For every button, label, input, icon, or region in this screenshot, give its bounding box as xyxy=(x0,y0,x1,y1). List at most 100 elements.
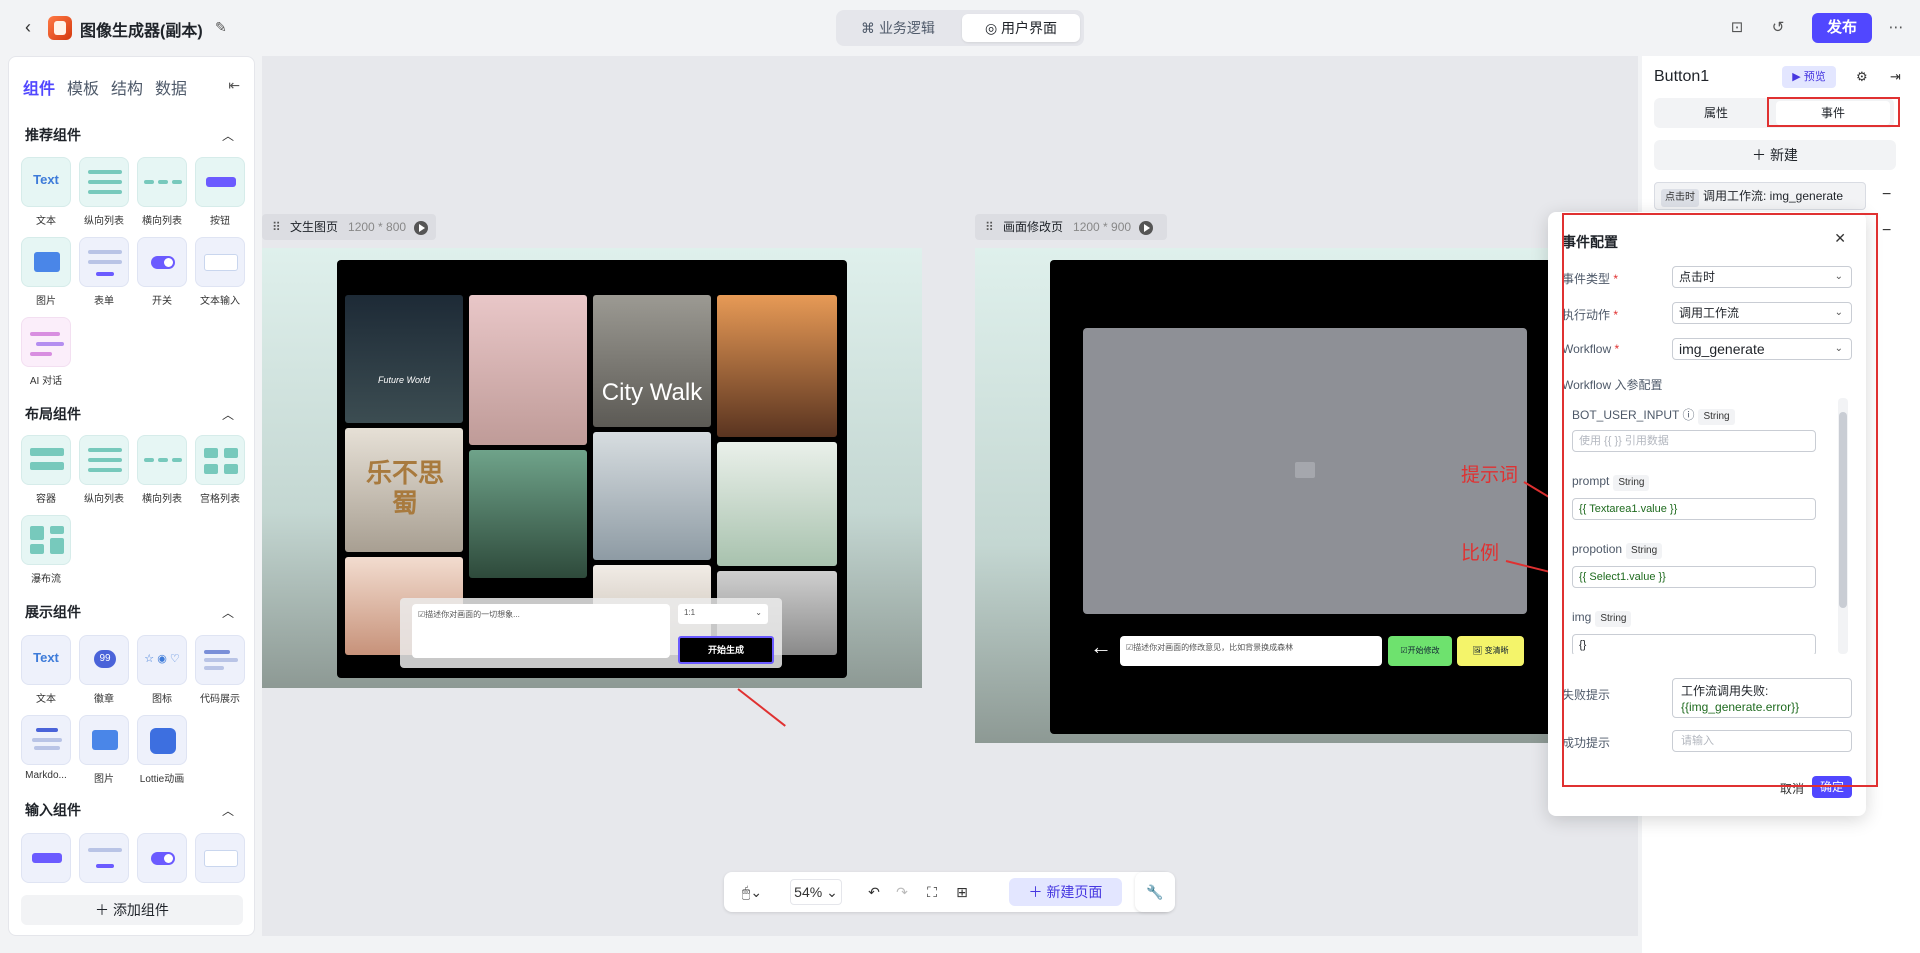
component-container[interactable]: 容器 xyxy=(21,435,71,505)
settings-tool: 🔧 xyxy=(1135,872,1175,912)
play-icon[interactable] xyxy=(414,220,429,235)
app-icon xyxy=(48,16,72,40)
gallery-image xyxy=(717,442,837,566)
tab-templates[interactable]: 模板 xyxy=(67,75,99,99)
component-input-button[interactable] xyxy=(21,833,71,883)
undo-icon[interactable]: ↶ xyxy=(864,882,884,902)
annotation-ratio-label: 比例 xyxy=(1461,543,1500,564)
fit-screen-icon[interactable]: ⛶ xyxy=(922,882,942,902)
component-image[interactable]: 图片 xyxy=(21,237,71,307)
section-title-input: 输入组件 xyxy=(25,802,81,818)
gallery-image xyxy=(469,295,587,445)
tab-business-logic[interactable]: ⌘ 业务逻辑 xyxy=(840,14,956,42)
add-component-button[interactable]: ＋ 添加组件 xyxy=(21,895,243,925)
component-markdown[interactable]: Markdo... xyxy=(21,715,71,781)
component-input-text[interactable] xyxy=(195,833,245,883)
page-label-image-edit[interactable]: ⠿ 画面修改页 1200 * 900 xyxy=(975,214,1167,240)
page-label-text-to-image[interactable]: ⠿ 文生图页 1200 * 800 xyxy=(262,214,436,240)
zoom-select[interactable]: 54% ⌄ xyxy=(790,879,842,905)
mouse-mode-icon[interactable]: 🖱⌄ xyxy=(734,882,770,902)
tab-data[interactable]: 数据 xyxy=(155,75,187,99)
section-title-recommended: 推荐组件 xyxy=(25,127,81,143)
component-ai-chat[interactable]: AI 对话 xyxy=(21,317,71,387)
mode-switch: ⌘ 业务逻辑 ◎ 用户界面 xyxy=(836,10,1084,46)
canvas-toolbar: 🖱⌄ 54% ⌄ ↶ ↷ ⛶ ⊞ ＋ 新建页面 xyxy=(724,872,1172,912)
gallery-image: 乐不思蜀 xyxy=(345,428,463,552)
top-bar: ‹ 图像生成器(副本) ✎ ⌘ 业务逻辑 ◎ 用户界面 ⊡ ↺ 发布 ⋯ xyxy=(0,0,1920,56)
component-text-input[interactable]: 文本输入 xyxy=(195,237,245,307)
preview-button[interactable]: ▶ 预览 xyxy=(1782,66,1836,88)
wrench-icon[interactable]: 🔧 xyxy=(1145,882,1165,902)
component-form[interactable]: 表单 xyxy=(79,237,129,307)
chevron-up-icon[interactable]: ︿ xyxy=(222,127,234,144)
drag-handle-icon[interactable]: ⠿ xyxy=(272,214,281,240)
app-title: 图像生成器(副本) xyxy=(80,23,203,40)
back-arrow-icon[interactable]: ← xyxy=(1090,634,1112,660)
drag-handle-icon[interactable]: ⠿ xyxy=(985,214,994,240)
section-title-layout: 布局组件 xyxy=(25,406,81,422)
component-vertical-list[interactable]: 纵向列表 xyxy=(79,157,129,227)
component-vertical-list-layout[interactable]: 纵向列表 xyxy=(79,435,129,505)
new-event-button[interactable]: ＋ 新建 xyxy=(1654,140,1896,170)
toolbar-group: 🖱⌄ 54% ⌄ ↶ ↷ ⛶ ⊞ ＋ 新建页面 xyxy=(724,872,1172,912)
page-preview-image-edit[interactable]: ← ☑描述你对画面的修改意见，比如背景换成森林 ☑开始修改 🖼 变清晰 xyxy=(975,248,1638,743)
component-text-display[interactable]: Text 文本 xyxy=(21,635,71,705)
gallery-image: Future World xyxy=(345,295,463,423)
enhance-button[interactable]: 🖼 变清晰 xyxy=(1457,636,1524,666)
tab-structure[interactable]: 结构 xyxy=(111,75,143,99)
component-badge[interactable]: 99 徽章 xyxy=(79,635,129,705)
section-title-display: 展示组件 xyxy=(25,604,81,620)
annotation-box xyxy=(1562,213,1878,787)
remove-event-icon[interactable]: − xyxy=(1882,186,1891,204)
history-icon[interactable]: ↺ xyxy=(1768,18,1788,38)
grid-icon[interactable]: ⊞ xyxy=(952,882,972,902)
component-horizontal-list-layout[interactable]: 横向列表 xyxy=(137,435,187,505)
left-tabs: 组件 模板 结构 数据 xyxy=(23,75,199,99)
component-horizontal-list[interactable]: 横向列表 xyxy=(137,157,187,227)
tab-properties[interactable]: 属性 xyxy=(1658,101,1774,125)
back-icon[interactable]: ‹ xyxy=(18,17,38,37)
publish-button[interactable]: 发布 xyxy=(1812,13,1872,43)
component-grid-list[interactable]: 宫格列表 xyxy=(195,435,245,505)
play-icon[interactable] xyxy=(1139,220,1154,235)
remove-event-icon[interactable]: − xyxy=(1882,222,1891,240)
prompt-textarea[interactable]: ☑描述你对画面的一切想象... xyxy=(412,604,670,658)
component-name: Button1 xyxy=(1654,68,1710,85)
component-switch[interactable]: 开关 xyxy=(137,237,187,307)
chevron-down-icon: ⌄ xyxy=(755,608,762,617)
generate-button[interactable]: 开始生成 xyxy=(678,636,774,664)
component-code-display[interactable]: 代码展示 xyxy=(195,635,245,705)
chevron-up-icon[interactable]: ︿ xyxy=(222,604,234,621)
component-lottie[interactable]: Lottie动画 xyxy=(137,715,187,785)
component-icon[interactable]: ☆ ◉ ♡ 图标 xyxy=(137,635,187,705)
component-input-switch[interactable] xyxy=(137,833,187,883)
chevron-up-icon[interactable]: ︿ xyxy=(222,802,234,819)
gallery-image: City Walk xyxy=(593,295,711,427)
start-modify-button[interactable]: ☑开始修改 xyxy=(1388,636,1452,666)
annotation-box xyxy=(1767,97,1900,127)
new-page-button[interactable]: ＋ 新建页面 xyxy=(1009,878,1122,906)
ratio-select[interactable]: 1:1 ⌄ xyxy=(678,604,768,624)
event-item[interactable]: 点击时 调用工作流: img_generate xyxy=(1654,182,1866,210)
edit-input[interactable]: ☑描述你对画面的修改意见，比如背景换成森林 xyxy=(1120,636,1382,666)
component-input-form[interactable] xyxy=(79,833,129,883)
chevron-up-icon[interactable]: ︿ xyxy=(222,406,234,423)
page-preview-text-to-image[interactable]: Future World City Walk 乐不思蜀 ☑描述你对画面的一切想象… xyxy=(262,248,922,688)
collapse-panel-icon[interactable]: ⇤ xyxy=(228,77,240,94)
component-text[interactable]: Text 文本 xyxy=(21,157,71,227)
annotation-prompt-label: 提示词 xyxy=(1461,465,1519,486)
settings-icon[interactable]: ⚙ xyxy=(1856,69,1868,85)
collapse-right-icon[interactable]: ⇥ xyxy=(1890,69,1901,85)
gallery-image xyxy=(717,295,837,437)
edit-icon[interactable]: ✎ xyxy=(215,19,227,36)
input-overlay: ☑描述你对画面的一切想象... 1:1 ⌄ 开始生成 xyxy=(400,598,782,668)
component-image-display[interactable]: 图片 xyxy=(79,715,129,785)
component-button[interactable]: 按钮 xyxy=(195,157,245,227)
more-icon[interactable]: ⋯ xyxy=(1886,18,1906,38)
component-waterfall[interactable]: 瀑布流 xyxy=(21,515,71,585)
redo-icon[interactable]: ↷ xyxy=(892,882,912,902)
import-icon[interactable]: ⊡ xyxy=(1727,18,1747,38)
gallery-image xyxy=(469,450,587,578)
tab-user-interface[interactable]: ◎ 用户界面 xyxy=(962,14,1080,42)
tab-components[interactable]: 组件 xyxy=(23,75,55,99)
